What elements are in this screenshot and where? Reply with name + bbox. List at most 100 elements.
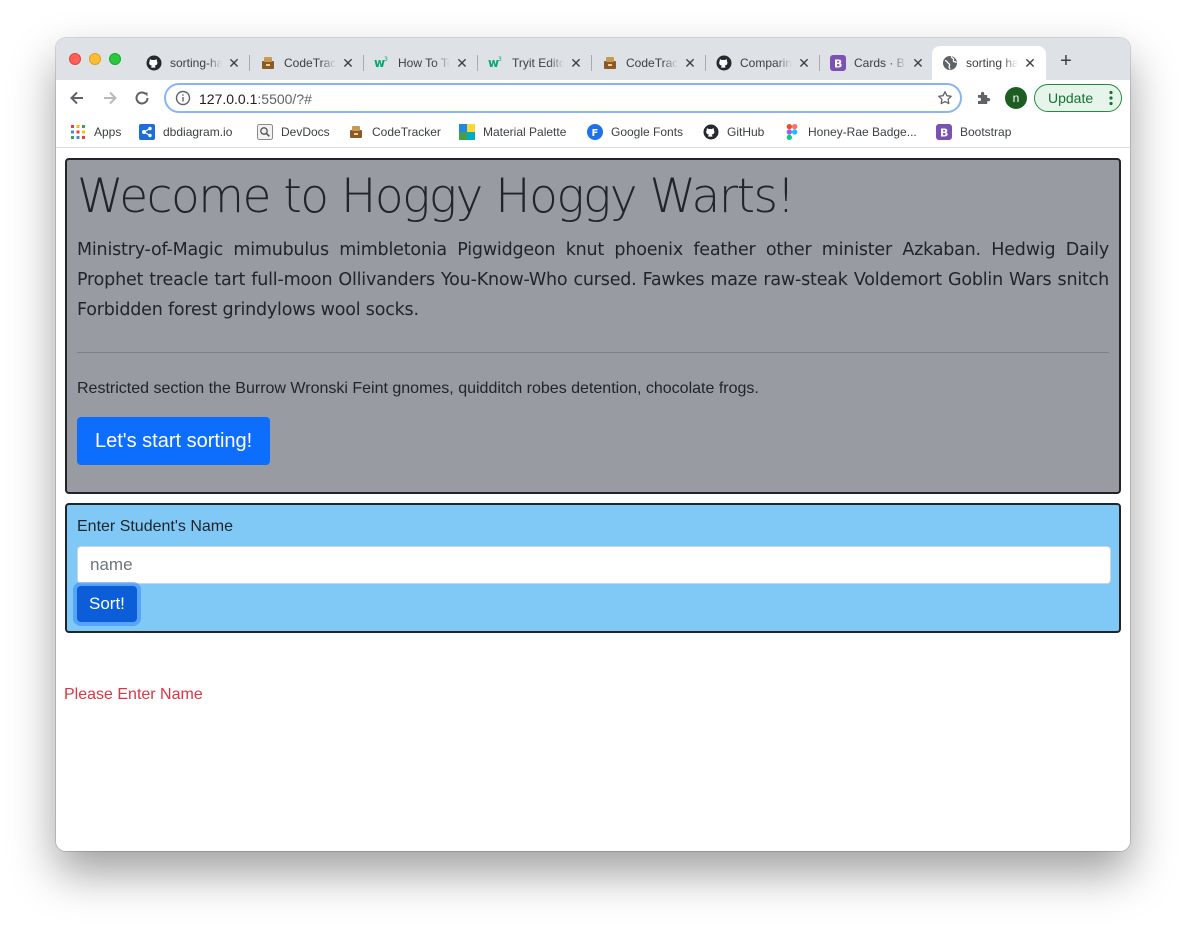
sort-button[interactable]: Sort! [77, 586, 137, 622]
github-icon [146, 55, 162, 71]
update-button[interactable]: Update [1034, 84, 1122, 112]
info-icon [175, 90, 191, 106]
bookmark-label: GitHub [727, 125, 765, 139]
tab-strip: sorting-hat ✕ CodeTracker ✕ w3 How To To… [56, 38, 1130, 80]
bookmark-bootstrap[interactable]: B Bootstrap [936, 124, 1011, 140]
arrow-left-icon [70, 91, 83, 105]
new-tab-button[interactable]: + [1056, 51, 1076, 71]
tab-title: Tryit Editor [512, 56, 564, 70]
bookmark-honey-rae[interactable]: Honey-Rae Badge... [784, 124, 917, 140]
devdocs-icon [257, 124, 273, 140]
bookmark-label: Apps [94, 125, 122, 139]
tab-3[interactable]: w3 How To Toggle ✕ [364, 46, 478, 80]
profile-avatar[interactable]: n [1005, 87, 1027, 109]
bookmark-google-fonts[interactable]: F Google Fonts [587, 124, 683, 140]
bookmark-label: Honey-Rae Badge... [808, 125, 917, 139]
github-icon [703, 124, 719, 140]
w3schools-icon: w3 [374, 55, 390, 71]
svg-text:F: F [592, 128, 599, 139]
close-icon[interactable]: ✕ [682, 55, 698, 71]
material-palette-icon [459, 124, 475, 140]
bookmarks-bar: Apps dbdiagram.io DevDocs CodeTracker Ma… [56, 116, 1130, 148]
tab-7[interactable]: B Cards · Bootstrap ✕ [820, 46, 934, 80]
sub-paragraph: Restricted section the Burrow Wronski Fe… [77, 380, 759, 397]
url-host: 127.0.0.1 [199, 91, 258, 107]
bootstrap-icon: B [936, 124, 952, 140]
w3schools-icon: w3 [488, 55, 504, 71]
tab-title: CodeTracker [284, 56, 336, 70]
bookmark-devdocs[interactable]: DevDocs [257, 124, 330, 140]
close-icon[interactable]: ✕ [226, 55, 242, 71]
bookmark-material-palette[interactable]: Material Palette [459, 124, 566, 140]
bookmark-dbdiagram[interactable]: dbdiagram.io [139, 124, 232, 140]
bootstrap-icon: B [830, 55, 846, 71]
student-name-input[interactable] [77, 546, 1111, 584]
apps-grid-icon [70, 124, 86, 140]
update-label: Update [1048, 90, 1094, 106]
jumbotron: Wecome to Hoggy Hoggy Warts! Ministry-of… [65, 158, 1121, 494]
globe-icon [942, 55, 958, 71]
lead-paragraph: Ministry-of-Magic mimubulus mimbletonia … [77, 240, 1109, 320]
close-icon[interactable]: ✕ [568, 55, 584, 71]
arrow-right-icon [104, 91, 117, 105]
tab-title: How To Toggle [398, 56, 450, 70]
tab-title: Cards · Bootstrap [854, 56, 906, 70]
divider [77, 352, 1109, 353]
bookmark-label: Material Palette [483, 125, 567, 139]
tab-title: sorting-hat [170, 56, 222, 70]
tab-4[interactable]: w3 Tryit Editor ✕ [478, 46, 592, 80]
codetracker-icon [602, 55, 618, 71]
page-title: Wecome to Hoggy Hoggy Warts! [77, 169, 795, 224]
student-name-label: Enter Student's Name [77, 518, 234, 535]
window-close-button[interactable] [69, 53, 81, 65]
star-icon[interactable] [937, 90, 953, 106]
sort-form: Enter Student's Name Sort! [65, 503, 1121, 633]
bookmark-label: Google Fonts [611, 125, 684, 139]
more-vert-icon [1109, 90, 1113, 106]
codetracker-icon [348, 124, 364, 140]
tab-title: Comparing [740, 56, 792, 70]
reload-icon [135, 91, 149, 105]
tab-2[interactable]: CodeTracker ✕ [250, 46, 364, 80]
url-path: :5500/?# [257, 91, 312, 107]
codetracker-icon [260, 55, 276, 71]
tab-title: sorting hat [966, 56, 1018, 70]
forward-button[interactable] [98, 86, 122, 110]
browser-window: sorting-hat ✕ CodeTracker ✕ w3 How To To… [56, 38, 1130, 851]
close-icon[interactable]: ✕ [910, 55, 926, 71]
tab-1[interactable]: sorting-hat ✕ [136, 46, 250, 80]
dbdiagram-icon [139, 124, 155, 140]
bookmark-label: CodeTracker [372, 125, 441, 139]
browser-toolbar: 127.0.0.1:5500/?# n Update [56, 80, 1130, 116]
tab-8-active[interactable]: sorting hat ✕ [932, 46, 1046, 80]
back-button[interactable] [65, 86, 89, 110]
bookmark-label: dbdiagram.io [163, 125, 233, 139]
bookmark-github[interactable]: GitHub [703, 124, 764, 140]
close-icon[interactable]: ✕ [796, 55, 812, 71]
puzzle-icon [978, 91, 991, 104]
google-fonts-icon: F [587, 124, 603, 140]
address-bar[interactable]: 127.0.0.1:5500/?# [164, 83, 962, 113]
svg-text:3: 3 [498, 56, 502, 63]
bookmark-apps[interactable]: Apps [70, 124, 121, 140]
tab-5[interactable]: CodeTracker ✕ [592, 46, 706, 80]
extensions-button[interactable] [972, 86, 996, 110]
svg-text:3: 3 [384, 56, 388, 63]
svg-text:B: B [834, 58, 842, 71]
reload-button[interactable] [130, 86, 154, 110]
svg-text:B: B [940, 127, 948, 140]
bookmark-label: Bootstrap [960, 125, 1012, 139]
tab-6[interactable]: Comparing ✕ [706, 46, 820, 80]
window-zoom-button[interactable] [109, 53, 121, 65]
window-minimize-button[interactable] [89, 53, 101, 65]
error-message: Please Enter Name [64, 686, 203, 703]
github-icon [716, 55, 732, 71]
close-icon[interactable]: ✕ [1022, 55, 1038, 71]
start-sorting-button[interactable]: Let's start sorting! [77, 417, 271, 465]
bookmark-label: DevDocs [281, 125, 330, 139]
close-icon[interactable]: ✕ [340, 55, 356, 71]
tab-title: CodeTracker [626, 56, 678, 70]
page-viewport: Wecome to Hoggy Hoggy Warts! Ministry-of… [56, 149, 1130, 851]
bookmark-codetracker[interactable]: CodeTracker [348, 124, 441, 140]
close-icon[interactable]: ✕ [454, 55, 470, 71]
